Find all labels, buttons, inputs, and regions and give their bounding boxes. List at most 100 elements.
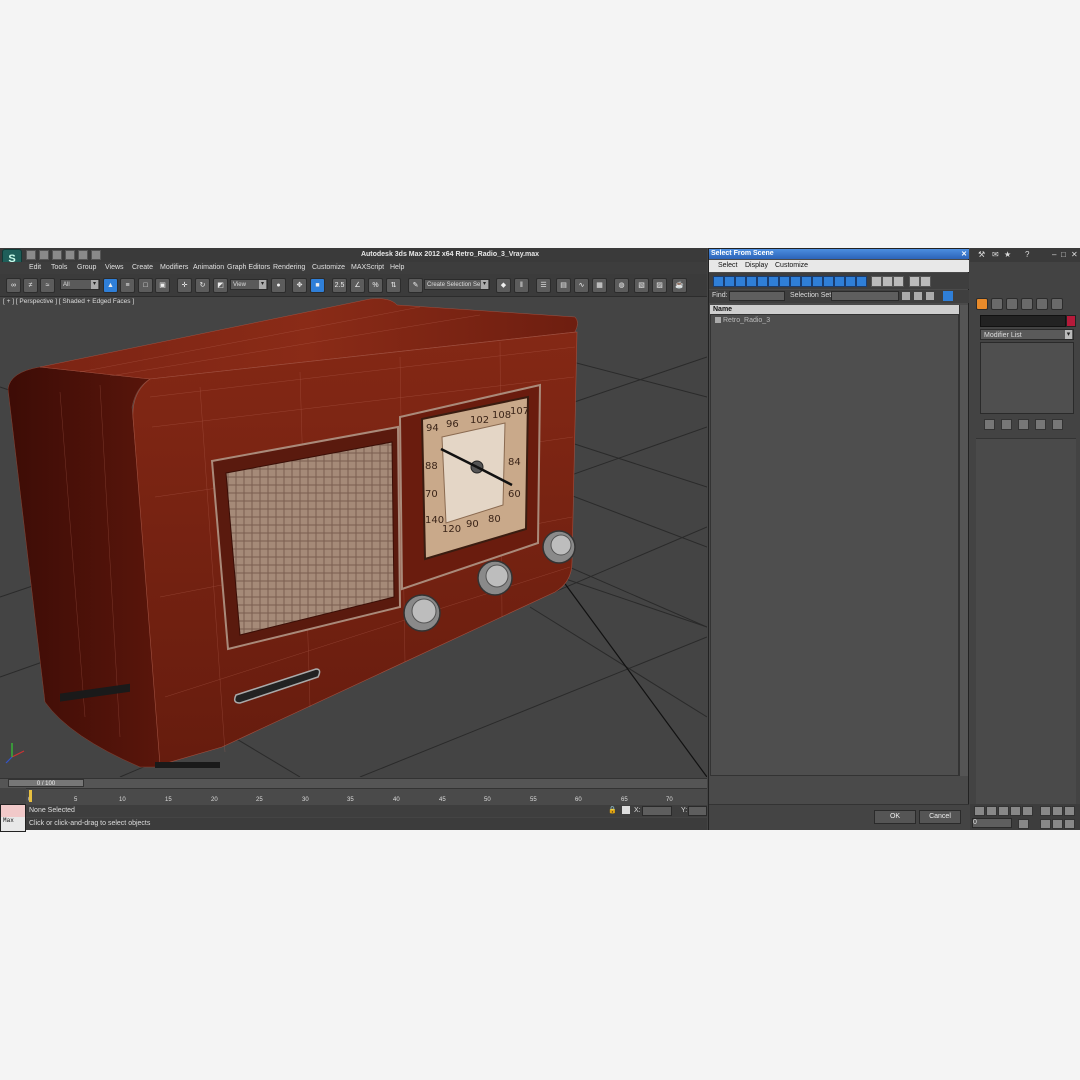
- add-to-set-icon[interactable]: [926, 292, 934, 300]
- mirror-icon[interactable]: ◆: [496, 278, 511, 293]
- named-selection-set-dropdown[interactable]: Create Selection Se: [424, 279, 490, 290]
- modifier-stack[interactable]: [980, 342, 1074, 414]
- display-xrefs-icon[interactable]: [790, 276, 801, 287]
- rendered-frame-window-icon[interactable]: ▨: [652, 278, 667, 293]
- display-all-icon[interactable]: [845, 276, 856, 287]
- maximize-viewport-icon[interactable]: [1064, 819, 1075, 829]
- select-link-icon[interactable]: ∞: [6, 278, 21, 293]
- orbit-icon[interactable]: [1064, 806, 1075, 816]
- select-and-move-icon[interactable]: ✛: [177, 278, 192, 293]
- hierarchy-tab-icon[interactable]: [1006, 298, 1018, 310]
- material-editor-icon[interactable]: ◍: [614, 278, 629, 293]
- keyboard-shortcut-override-icon[interactable]: ■: [310, 278, 325, 293]
- select-by-name-icon[interactable]: ≡: [120, 278, 135, 293]
- bind-space-warp-icon[interactable]: ≈: [40, 278, 55, 293]
- remove-set-icon[interactable]: [914, 292, 922, 300]
- project-folder-icon[interactable]: [91, 250, 101, 260]
- undo-icon[interactable]: [65, 250, 75, 260]
- x-coord-field[interactable]: [642, 806, 672, 816]
- display-cameras-icon[interactable]: [746, 276, 757, 287]
- name-column-header[interactable]: Name: [710, 305, 959, 314]
- window-crossing-icon[interactable]: ▣: [155, 278, 170, 293]
- menu-modifiers[interactable]: Modifiers: [160, 264, 188, 271]
- selection-filter-dropdown[interactable]: All: [60, 279, 100, 290]
- menu-group[interactable]: Group: [77, 264, 96, 271]
- sync-selection-icon[interactable]: [920, 276, 931, 287]
- cancel-button[interactable]: Cancel: [919, 810, 961, 824]
- time-config-icon[interactable]: [1018, 819, 1029, 829]
- zoom-all-icon[interactable]: [1052, 806, 1063, 816]
- scene-object-list[interactable]: Retro_Radio_3: [710, 314, 959, 776]
- close-icon[interactable]: ✕: [1071, 250, 1078, 259]
- select-all-icon[interactable]: [871, 276, 882, 287]
- modifier-list-dropdown[interactable]: Modifier List: [980, 329, 1074, 340]
- display-hidden-icon[interactable]: [834, 276, 845, 287]
- spinner-snap-icon[interactable]: ⇅: [386, 278, 401, 293]
- next-frame-icon[interactable]: [1010, 806, 1021, 816]
- time-slider[interactable]: 0 / 100: [0, 778, 707, 788]
- menu-graph-editors[interactable]: Graph Editors: [227, 264, 270, 271]
- graphite-modeling-icon[interactable]: ▤: [556, 278, 571, 293]
- lock-icon[interactable]: 🔒: [608, 806, 617, 814]
- open-file-icon[interactable]: [39, 250, 49, 260]
- menu-customize[interactable]: Customize: [312, 264, 345, 271]
- object-name-field[interactable]: [980, 315, 1066, 327]
- display-shapes-icon[interactable]: [724, 276, 735, 287]
- listener-input[interactable]: [1, 805, 25, 817]
- find-input[interactable]: [729, 291, 785, 301]
- dialog-menu-customize[interactable]: Customize: [775, 262, 808, 269]
- render-production-icon[interactable]: ☕: [672, 278, 687, 293]
- pin-stack-icon[interactable]: [984, 419, 995, 430]
- snaps-toggle-icon[interactable]: 2.5: [332, 278, 347, 293]
- go-to-end-icon[interactable]: [1022, 806, 1033, 816]
- display-geometry-icon[interactable]: [713, 276, 724, 287]
- time-slider-thumb[interactable]: 0 / 100: [8, 779, 84, 787]
- menu-animation[interactable]: Animation: [193, 264, 224, 271]
- current-frame-field[interactable]: 0: [972, 818, 1012, 828]
- configure-modifier-sets-icon[interactable]: [1052, 419, 1063, 430]
- create-tab-icon[interactable]: [976, 298, 988, 310]
- remove-modifier-icon[interactable]: [1035, 419, 1046, 430]
- curve-editor-icon[interactable]: ∿: [574, 278, 589, 293]
- close-icon[interactable]: ✕: [961, 250, 967, 260]
- restore-icon[interactable]: □: [1061, 250, 1066, 259]
- field-of-view-icon[interactable]: [1052, 819, 1063, 829]
- play-icon[interactable]: [998, 806, 1009, 816]
- search-icon[interactable]: ⚒: [978, 250, 985, 259]
- motion-tab-icon[interactable]: [1021, 298, 1033, 310]
- menu-maxscript[interactable]: MAXScript: [351, 264, 384, 271]
- selection-set-dropdown[interactable]: [831, 291, 899, 301]
- schematic-view-icon[interactable]: ▦: [592, 278, 607, 293]
- filter-icon[interactable]: [909, 276, 920, 287]
- menu-rendering[interactable]: Rendering: [273, 264, 305, 271]
- track-bar[interactable]: 0 5 10 15 20 25 30 35 40 45 50 55 60 65 …: [26, 788, 707, 805]
- select-set-icon[interactable]: [943, 291, 953, 301]
- y-coord-field[interactable]: [688, 806, 707, 816]
- align-icon[interactable]: ‖: [514, 278, 529, 293]
- percent-snap-icon[interactable]: %: [368, 278, 383, 293]
- reference-coordinate-dropdown[interactable]: View: [230, 279, 268, 290]
- modify-tab-icon[interactable]: [991, 298, 1003, 310]
- object-color-swatch[interactable]: [1066, 315, 1076, 327]
- display-tab-icon[interactable]: [1036, 298, 1048, 310]
- layer-manager-icon[interactable]: ☰: [536, 278, 551, 293]
- display-lights-icon[interactable]: [735, 276, 746, 287]
- angle-snap-icon[interactable]: ∠: [350, 278, 365, 293]
- display-groups-icon[interactable]: [779, 276, 790, 287]
- go-to-start-icon[interactable]: [974, 806, 985, 816]
- help-icon[interactable]: ?: [1025, 250, 1029, 259]
- display-helpers-icon[interactable]: [757, 276, 768, 287]
- pan-icon[interactable]: [1040, 819, 1051, 829]
- menu-help[interactable]: Help: [390, 264, 404, 271]
- unlink-icon[interactable]: ≠: [23, 278, 38, 293]
- select-object-icon[interactable]: ▲: [103, 278, 118, 293]
- rectangular-selection-icon[interactable]: □: [138, 278, 153, 293]
- minimize-icon[interactable]: –: [1052, 250, 1056, 259]
- display-containers-icon[interactable]: [812, 276, 823, 287]
- utilities-tab-icon[interactable]: [1051, 298, 1063, 310]
- select-and-manipulate-icon[interactable]: ✥: [292, 278, 307, 293]
- dialog-scrollbar[interactable]: [959, 305, 968, 776]
- edit-named-selection-icon[interactable]: ✎: [408, 278, 423, 293]
- make-unique-icon[interactable]: [1018, 419, 1029, 430]
- communication-icon[interactable]: ✉: [992, 250, 999, 259]
